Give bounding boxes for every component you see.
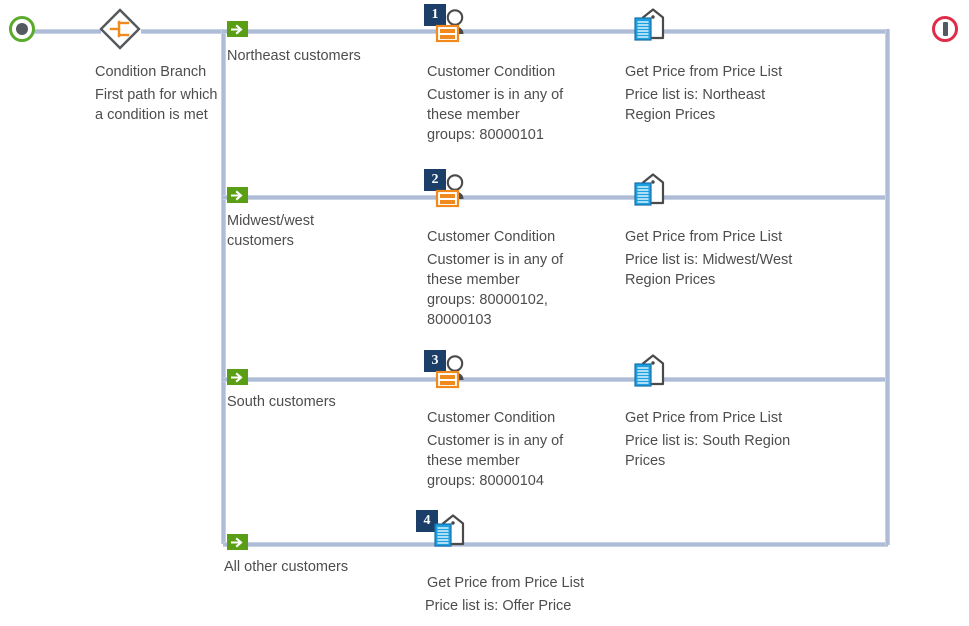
price-list-icon[interactable] bbox=[428, 514, 472, 556]
branch-label-2: Midwest/west customers bbox=[227, 213, 315, 249]
condition-branch-icon[interactable] bbox=[99, 8, 141, 50]
branch-marker-2[interactable] bbox=[227, 187, 248, 203]
branch-node-description: First path for which a condition is met bbox=[95, 87, 218, 123]
branch-marker-4[interactable] bbox=[227, 534, 248, 550]
customer-condition-icon[interactable] bbox=[430, 8, 472, 50]
step-title-1-1: Customer Condition bbox=[427, 64, 556, 80]
end-node[interactable] bbox=[932, 16, 958, 42]
step-description-2-2: Price list is: Midwest/West Region Price… bbox=[625, 252, 793, 288]
price-list-icon[interactable] bbox=[628, 173, 672, 215]
step-description-1-1: Customer is in any of these member group… bbox=[427, 87, 564, 143]
step-title-2-2: Get Price from Price List bbox=[625, 229, 783, 245]
connector-row-4 bbox=[223, 542, 888, 547]
price-list-icon[interactable] bbox=[628, 354, 672, 396]
step-title-2-1: Customer Condition bbox=[427, 229, 556, 245]
branch-marker-3[interactable] bbox=[227, 369, 248, 385]
branch-label-4: All other customers bbox=[224, 559, 349, 575]
step-title-3-1: Customer Condition bbox=[427, 410, 556, 426]
step-description-1-2: Price list is: Northeast Region Prices bbox=[625, 87, 766, 123]
start-node-dot bbox=[16, 23, 28, 35]
workflow-diagram-canvas: Condition Branch First path for which a … bbox=[0, 0, 969, 626]
connector-branch-to-trunk bbox=[141, 29, 223, 34]
branch-node-title: Condition Branch bbox=[95, 64, 207, 80]
step-description-2-1: Customer is in any of these member group… bbox=[427, 252, 564, 328]
step-description-3-1: Customer is in any of these member group… bbox=[427, 433, 564, 489]
branch-label-1: Northeast customers bbox=[227, 48, 361, 64]
step-description-3-2: Price list is: South Region Prices bbox=[625, 433, 791, 469]
connector-row-2 bbox=[223, 195, 888, 200]
end-node-bar bbox=[942, 22, 948, 36]
connector-merge-vertical bbox=[885, 29, 890, 545]
branch-marker-1[interactable] bbox=[227, 21, 248, 37]
customer-condition-icon[interactable] bbox=[430, 354, 472, 396]
step-title-4-1: Get Price from Price List bbox=[427, 575, 585, 591]
customer-condition-icon[interactable] bbox=[430, 173, 472, 215]
connector-row-3 bbox=[223, 377, 888, 382]
branch-label-3: South customers bbox=[227, 394, 336, 410]
step-title-3-2: Get Price from Price List bbox=[625, 410, 783, 426]
price-list-icon[interactable] bbox=[628, 8, 672, 50]
start-node[interactable] bbox=[9, 16, 35, 42]
connector-row-1 bbox=[223, 29, 890, 34]
step-title-1-2: Get Price from Price List bbox=[625, 64, 783, 80]
connector-start-to-branch bbox=[33, 29, 101, 34]
step-description-4-1: Price list is: Offer Price bbox=[425, 598, 572, 614]
